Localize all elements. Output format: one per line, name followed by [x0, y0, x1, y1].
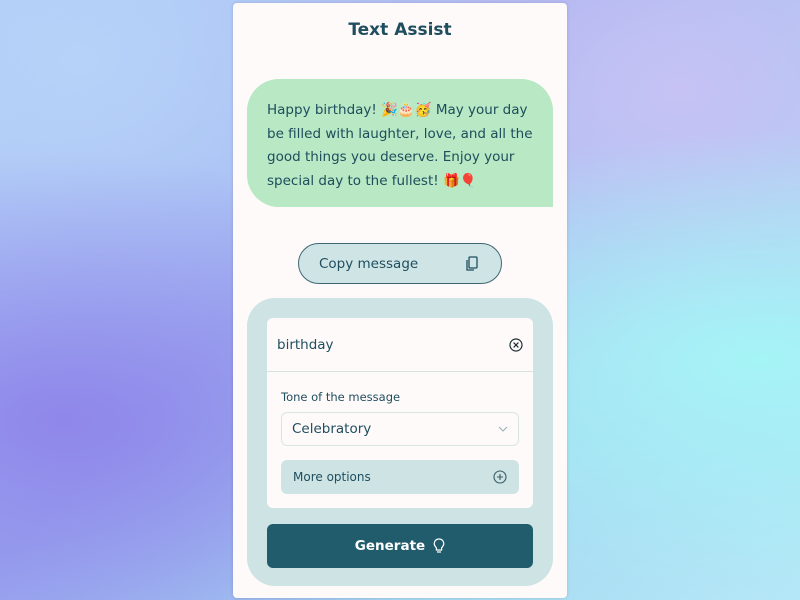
- tone-select-value: Celebratory: [292, 421, 372, 437]
- more-options-button[interactable]: More options: [281, 460, 519, 494]
- form-fields-container: birthday Tone of the message Celebratory…: [267, 318, 533, 508]
- generate-button-label: Generate: [354, 538, 426, 554]
- generated-message-bubble: Happy birthday! 🎉🎂🥳 May your day be fill…: [247, 79, 553, 207]
- copy-icon: [466, 256, 478, 271]
- copy-message-label: Copy message: [319, 255, 419, 272]
- text-assist-panel: Text Assist Happy birthday! 🎉🎂🥳 May your…: [233, 3, 567, 598]
- generated-message-text: Happy birthday! 🎉🎂🥳 May your day be fill…: [267, 102, 533, 189]
- topic-input-value: birthday: [277, 336, 334, 353]
- app-title: Text Assist: [348, 20, 452, 40]
- chevron-down-icon: [498, 426, 508, 432]
- tone-label: Tone of the message: [281, 390, 401, 404]
- topic-input[interactable]: birthday: [267, 318, 533, 372]
- lightbulb-icon: [433, 538, 445, 553]
- close-circle-icon[interactable]: [509, 338, 523, 352]
- copy-message-button[interactable]: Copy message: [298, 243, 502, 284]
- more-options-label: More options: [293, 470, 371, 484]
- plus-circle-icon: [493, 470, 507, 484]
- generate-button[interactable]: Generate: [267, 524, 533, 568]
- generator-form-card: birthday Tone of the message Celebratory…: [247, 298, 553, 586]
- tone-select[interactable]: Celebratory: [281, 412, 519, 446]
